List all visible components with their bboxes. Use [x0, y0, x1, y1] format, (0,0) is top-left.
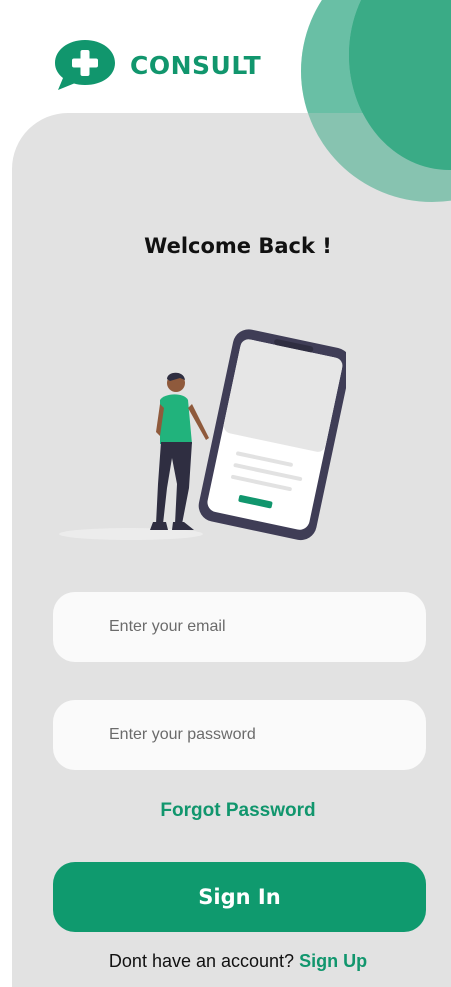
sign-in-button[interactable]: Sign In — [53, 862, 426, 932]
signup-row: Dont have an account? Sign Up — [0, 951, 451, 972]
login-screen: CONSULT Welcome Back ! Forgot Password — [0, 0, 451, 987]
page-title: Welcome Back ! — [144, 234, 332, 258]
brand-name: CONSULT — [130, 50, 262, 80]
chat-plus-icon — [55, 40, 115, 90]
sign-up-link[interactable]: Sign Up — [299, 951, 367, 971]
email-input[interactable] — [53, 592, 426, 662]
person-with-phone-illustration — [59, 329, 346, 541]
forgot-password-link[interactable]: Forgot Password — [0, 800, 451, 822]
password-input[interactable] — [53, 700, 426, 770]
signup-prompt: Dont have an account? — [108, 951, 295, 971]
brand-logo: CONSULT — [52, 38, 261, 92]
